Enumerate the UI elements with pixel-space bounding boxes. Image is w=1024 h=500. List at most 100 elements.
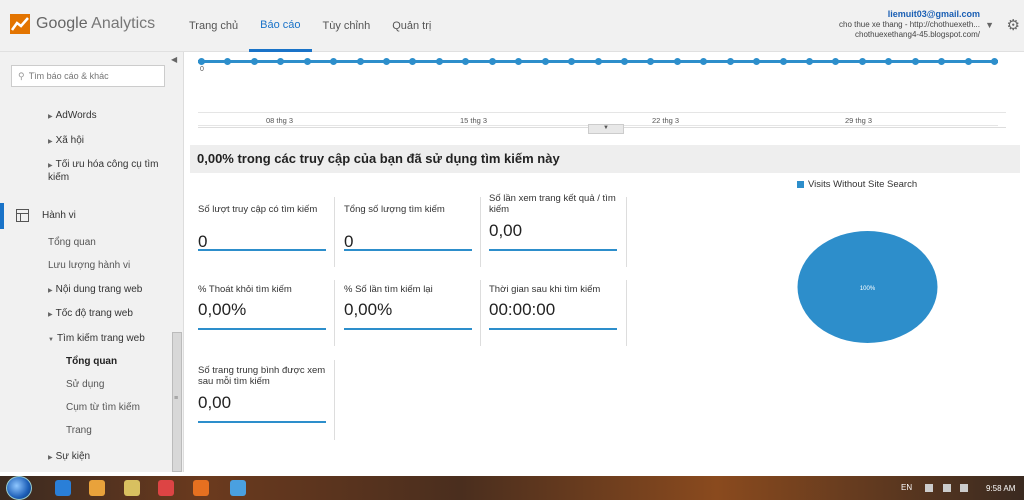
chart-point[interactable] [356, 58, 364, 65]
sidebar-item-pages[interactable]: Trang [66, 425, 92, 436]
metric-value: 0,00 [198, 393, 232, 412]
metric-sessions-with-search[interactable]: Số lượt truy cập có tìm kiếm 0 [198, 204, 334, 288]
account-site: chothuexethang4-45.blogspot.com/ [855, 30, 980, 39]
chart-point[interactable] [911, 58, 919, 65]
sidebar-section-behavior[interactable]: Hành vi [0, 203, 183, 229]
sparkline [198, 249, 326, 251]
logo-word-google: Google [36, 15, 88, 32]
chart-point[interactable] [647, 58, 655, 65]
sidebar-item-site-speed[interactable]: ▶ Tốc độ trang web [48, 308, 133, 319]
chart-resize-handle[interactable]: ▼ [588, 124, 624, 134]
search-input[interactable] [28, 71, 149, 81]
chart-point[interactable] [726, 58, 734, 65]
clock[interactable]: 9:58 AM [986, 484, 1015, 493]
chart-point[interactable] [991, 58, 998, 65]
metric-value: 0,00% [198, 300, 247, 319]
metric-time-after-search[interactable]: Thời gian sau khi tìm kiếm 00:00:00 [489, 284, 625, 368]
chart-point[interactable] [330, 58, 338, 65]
chart-point[interactable] [832, 58, 840, 65]
chart-point[interactable] [541, 58, 549, 65]
logo-word-analytics: Analytics [91, 15, 156, 32]
chart-point[interactable] [409, 58, 417, 65]
sidebar-item-search-terms[interactable]: Cụm từ tìm kiếm [66, 402, 140, 413]
account-selector[interactable]: liemuit03@gmail.com cho thue xe thang - … [839, 9, 980, 41]
sidebar-scrollbar[interactable] [172, 332, 182, 472]
chart-point[interactable] [753, 58, 761, 65]
pie-legend[interactable]: Visits Without Site Search [797, 179, 917, 190]
top-bar: Google Analytics Trang chủ Báo cáo Tùy c… [0, 0, 1024, 52]
sparkline [198, 328, 326, 330]
sidebar-item-site-search[interactable]: ▼ Tìm kiếm trang web [48, 333, 145, 344]
chart-point[interactable] [515, 58, 523, 65]
tab-home[interactable]: Trang chủ [178, 0, 249, 52]
sidebar-item-usage[interactable]: Sử dụng [66, 379, 104, 390]
folder-icon[interactable] [124, 480, 140, 496]
metric-search-refinements[interactable]: % Số lần tìm kiếm lại 0,00% [344, 284, 480, 368]
sidebar-item-adwords[interactable]: ▶ AdWords [48, 110, 97, 121]
chart-point[interactable] [303, 58, 311, 65]
chart-point[interactable] [779, 58, 787, 65]
chart-point[interactable] [964, 58, 972, 65]
chart-point[interactable] [858, 58, 866, 65]
chart-point[interactable] [224, 58, 232, 65]
collapse-sidebar-icon[interactable]: ◀ [171, 55, 177, 64]
sidebar-item-social[interactable]: ▶ Xã hội [48, 135, 84, 146]
tray-icon[interactable] [925, 484, 933, 492]
chart-point[interactable] [594, 58, 602, 65]
tab-reports[interactable]: Báo cáo [249, 0, 312, 52]
metric-value: 00:00:00 [489, 300, 556, 319]
x-tick-label: 22 thg 3 [652, 116, 680, 125]
section-label: Hành vi [42, 210, 76, 221]
account-email: liemuit03@gmail.com [887, 9, 980, 19]
chart-point[interactable] [383, 58, 391, 65]
chart-point[interactable] [700, 58, 708, 65]
chart-point[interactable] [277, 58, 285, 65]
media-player-icon[interactable] [89, 480, 105, 496]
gear-icon[interactable]: ⚙ [1007, 16, 1020, 34]
chart-point[interactable] [568, 58, 576, 65]
google-analytics-logo[interactable]: Google Analytics [10, 14, 155, 34]
search-icon: ⚲ [18, 70, 25, 81]
y-tick-label: 0 [200, 66, 204, 73]
metric-total-searches[interactable]: Tổng số lượng tìm kiếm 0 [344, 204, 480, 288]
ie-icon[interactable] [55, 480, 71, 496]
metric-search-exits[interactable]: % Thoát khỏi tìm kiếm 0,00% [198, 284, 334, 368]
metric-results-pageviews[interactable]: Số lần xem trang kết quả / tìm kiếm 0,00 [489, 193, 625, 277]
start-button[interactable] [6, 476, 32, 500]
chart-point[interactable] [462, 58, 470, 65]
chart-point[interactable] [673, 58, 681, 65]
metric-label: Số lần xem trang kết quả / tìm kiếm [489, 193, 616, 215]
chrome-icon[interactable] [158, 480, 174, 496]
chart-point[interactable] [805, 58, 813, 65]
x-tick-label: 08 thg 3 [266, 116, 294, 125]
sidebar-item-events[interactable]: ▶ Sự kiện [48, 451, 90, 462]
chart-point[interactable] [620, 58, 628, 65]
sidebar-item-site-content[interactable]: ▶ Nội dung trang web [48, 284, 142, 295]
chart-point[interactable] [435, 58, 443, 65]
divider [334, 197, 335, 267]
chart-point[interactable] [885, 58, 893, 65]
report-search[interactable]: ⚲ [11, 65, 165, 87]
expand-icon: ▶ [48, 163, 53, 169]
network-icon[interactable] [943, 484, 951, 492]
expand-icon: ▶ [48, 139, 53, 145]
sidebar-item-behavior-overview[interactable]: Tổng quan [48, 237, 96, 248]
tab-customization[interactable]: Tùy chỉnh [312, 0, 382, 52]
sidebar-item-seo[interactable]: ▶ Tối ưu hóa công cụ tìm kiếm [48, 159, 168, 184]
tab-admin[interactable]: Quản trị [381, 0, 442, 52]
app-icon[interactable] [230, 480, 246, 496]
chart-point[interactable] [488, 58, 496, 65]
account-dropdown-icon[interactable]: ▼ [985, 20, 994, 30]
legend-label: Visits Without Site Search [808, 179, 918, 190]
volume-icon[interactable] [960, 484, 968, 492]
firefox-icon[interactable] [193, 480, 209, 496]
chart-point[interactable] [198, 58, 205, 65]
language-indicator[interactable]: EN [901, 483, 912, 492]
metric-label: Số lượt truy cập có tìm kiếm [198, 204, 318, 215]
legend-swatch [797, 181, 804, 188]
metric-search-depth[interactable]: Số trang trung bình được xem sau mỗi tìm… [198, 365, 334, 449]
chart-point[interactable] [250, 58, 258, 65]
chart-point[interactable] [938, 58, 946, 65]
sidebar-item-behavior-flow[interactable]: Lưu lượng hành vi [48, 260, 130, 271]
sidebar-item-site-search-overview[interactable]: Tổng quan [66, 356, 117, 367]
